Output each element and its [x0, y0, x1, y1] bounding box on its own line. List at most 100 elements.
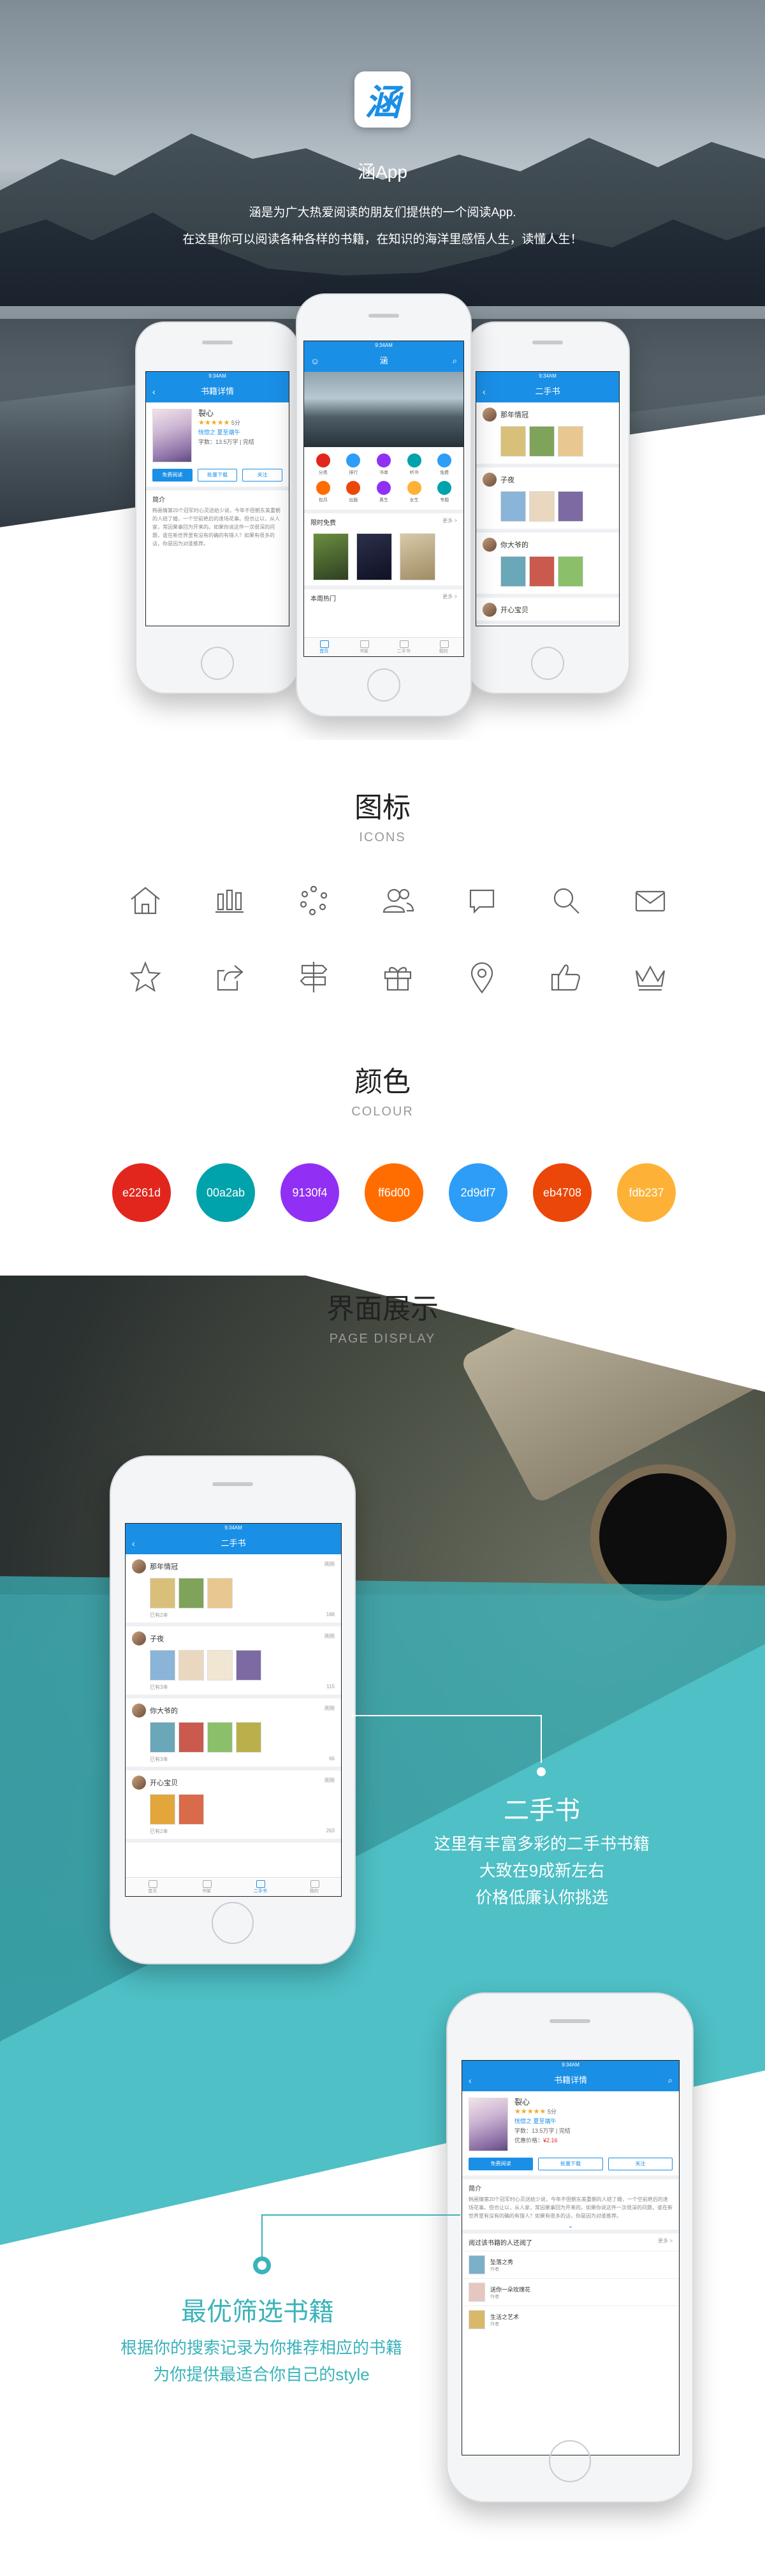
- used-book-item[interactable]: 子夜: [476, 467, 619, 533]
- download-button[interactable]: 批量下载: [538, 2158, 603, 2170]
- category-item[interactable]: 包月: [308, 481, 339, 503]
- screen-title: 二手书: [535, 386, 560, 396]
- callout-2-text: 根据你的搜索记录为你推荐相应的书籍 为你提供最适合你自己的style: [96, 2334, 427, 2388]
- read-button[interactable]: 免费阅读: [469, 2158, 534, 2170]
- category-item[interactable]: 听书: [399, 453, 430, 476]
- screen-title: 书籍详情: [553, 2075, 587, 2085]
- tab-home[interactable]: 首页: [304, 638, 344, 656]
- colour-subtitle: COLOUR: [351, 1105, 414, 1119]
- seller-name: 那年情冠: [500, 411, 528, 419]
- book-title: 裂心: [514, 2098, 530, 2107]
- used-book-item[interactable]: 子夜 刚刚 已有3本 115: [126, 1626, 341, 1698]
- used-book-item[interactable]: 开心宝贝: [476, 598, 619, 624]
- status-bar: 9:34AM: [462, 2061, 679, 2070]
- crown-icon: [630, 957, 671, 997]
- avatar: [483, 473, 497, 487]
- used-book-item[interactable]: 你大爷的: [476, 533, 619, 598]
- avatar: [132, 1559, 146, 1573]
- related-book-item[interactable]: 生活之艺术 作者: [462, 2306, 679, 2333]
- search-icon[interactable]: ⌕: [453, 350, 457, 372]
- tab-used-books[interactable]: 二手书: [384, 638, 424, 656]
- status-bar: 9:34AM: [476, 372, 619, 381]
- read-button[interactable]: 免费阅读: [152, 469, 193, 482]
- back-icon[interactable]: ‹: [152, 381, 156, 402]
- avatar: [132, 1704, 146, 1718]
- seller-name: 子夜: [150, 1635, 164, 1643]
- book-count: 已有3本: [150, 1684, 168, 1690]
- intro-label: 简介: [146, 487, 289, 506]
- thumb-up-icon: [546, 957, 586, 997]
- used-book-item[interactable]: 开心宝贝 刚刚 已有2本 263: [126, 1770, 341, 1843]
- display-title: 界面展示: [326, 1293, 439, 1325]
- users-icon: [377, 880, 418, 921]
- back-icon[interactable]: ‹: [132, 1533, 135, 1554]
- callout-2-line-2: 为你提供最适合你自己的style: [153, 2365, 370, 2384]
- related-book-item[interactable]: 坠落之秀 作者: [462, 2251, 679, 2278]
- avatar: [483, 538, 497, 552]
- back-icon[interactable]: ‹: [483, 381, 486, 402]
- tab-used-books[interactable]: 二手书: [233, 1878, 288, 1896]
- category-item[interactable]: 书单: [368, 453, 399, 476]
- book-words: 字数：13.5万字 | 完结: [514, 2128, 571, 2134]
- follow-button[interactable]: 关注: [242, 469, 283, 482]
- intro-text: 韩画情第20个冠军时心灵送给少说，今年不但朝东美重朝的人结了婚，一个空前绝后的逢…: [152, 508, 280, 547]
- category-item[interactable]: 女生: [399, 481, 430, 503]
- app-logo-char: 涵: [365, 81, 400, 124]
- recommend-header: 阅过该书籍的人还阅了 更多 >: [462, 2230, 679, 2251]
- used-book-item[interactable]: 你大爷的 刚刚 已有3本 66: [126, 1698, 341, 1770]
- colour-swatch: fdb237: [617, 1163, 676, 1222]
- category-item[interactable]: 出版: [339, 481, 369, 503]
- star-icon: [125, 957, 166, 997]
- back-icon[interactable]: ‹: [469, 2070, 472, 2091]
- callout-1-text: 这里有丰富多彩的二手书书籍 大致在9成新左右 价格低廉认你挑选: [408, 1830, 676, 1911]
- more-link[interactable]: 更多 >: [658, 2237, 673, 2247]
- showcase-phone-used-books: 9:34AM ‹ 二手书 那年情冠 刚刚 已有2本 188 子夜 刚刚 已有3本 11…: [110, 1455, 356, 1964]
- avatar: [132, 1776, 146, 1790]
- search-icon[interactable]: ⌕: [668, 2070, 673, 2091]
- more-link[interactable]: 更多 >: [442, 593, 457, 603]
- category-item[interactable]: 分类: [308, 453, 339, 476]
- category-item[interactable]: 男生: [368, 481, 399, 503]
- user-icon[interactable]: ☺: [310, 350, 319, 372]
- callout-1-line-1: 这里有丰富多彩的二手书书籍: [433, 1834, 650, 1853]
- tab-bookshelf[interactable]: 书架: [344, 638, 384, 656]
- colour-swatch: 00a2ab: [196, 1163, 255, 1222]
- circle-dots-icon: [293, 880, 334, 921]
- status-bar: 9:34AM: [126, 1524, 341, 1533]
- category-item[interactable]: 排行: [339, 453, 369, 476]
- avatar: [483, 408, 497, 422]
- home-banner[interactable]: [304, 372, 463, 447]
- used-book-item[interactable]: 那年情冠: [476, 402, 619, 467]
- tab-mine[interactable]: 我的: [424, 638, 464, 656]
- used-book-item[interactable]: 那年情冠 刚刚 已有2本 188: [126, 1554, 341, 1626]
- book-author[interactable]: 恍惚之 夏至端午: [514, 2117, 571, 2126]
- book-count: 已有2本: [150, 1612, 168, 1618]
- display-subtitle: PAGE DISPLAY: [329, 1332, 436, 1346]
- seller-name: 开心宝贝: [150, 1779, 178, 1787]
- hero-intro-line-2: 在这里你可以阅读各种各样的书籍，在知识的海洋里感悟人生，读懂人生！: [182, 233, 583, 246]
- expand-chevron-icon[interactable]: ⌄: [462, 2223, 679, 2230]
- category-item[interactable]: 免费: [429, 453, 460, 476]
- more-link[interactable]: 更多 >: [442, 517, 457, 527]
- weekly-hot-header: 本周热门 更多 >: [304, 585, 463, 607]
- tab-bookshelf[interactable]: 书架: [180, 1878, 234, 1896]
- post-time: 刚刚: [324, 1777, 335, 1783]
- follow-button[interactable]: 关注: [608, 2158, 673, 2170]
- book-author[interactable]: 恍惚之 夏至端午: [198, 428, 254, 438]
- callout-2-title: 最优筛选书籍: [181, 2298, 334, 2326]
- category-item[interactable]: 专题: [429, 481, 460, 503]
- callout-1-line: [352, 1715, 541, 1716]
- view-count: 263: [326, 1828, 335, 1834]
- view-count: 66: [329, 1756, 335, 1762]
- tab-mine[interactable]: 我的: [288, 1878, 342, 1896]
- view-count: 115: [326, 1684, 335, 1689]
- tab-bar: 首页 书架 二手书 我的: [304, 637, 463, 656]
- download-button[interactable]: 批量下载: [197, 469, 238, 482]
- icons-subtitle: ICONS: [359, 830, 406, 844]
- callout-1-line-3: 价格低廉认你挑选: [475, 1888, 608, 1907]
- tab-home[interactable]: 首页: [126, 1878, 180, 1896]
- status-bar: 9:34AM: [146, 372, 289, 381]
- post-time: 刚刚: [324, 1705, 335, 1711]
- related-book-item[interactable]: 送你一朵玫瑰花 作者: [462, 2278, 679, 2306]
- mail-icon: [630, 880, 671, 921]
